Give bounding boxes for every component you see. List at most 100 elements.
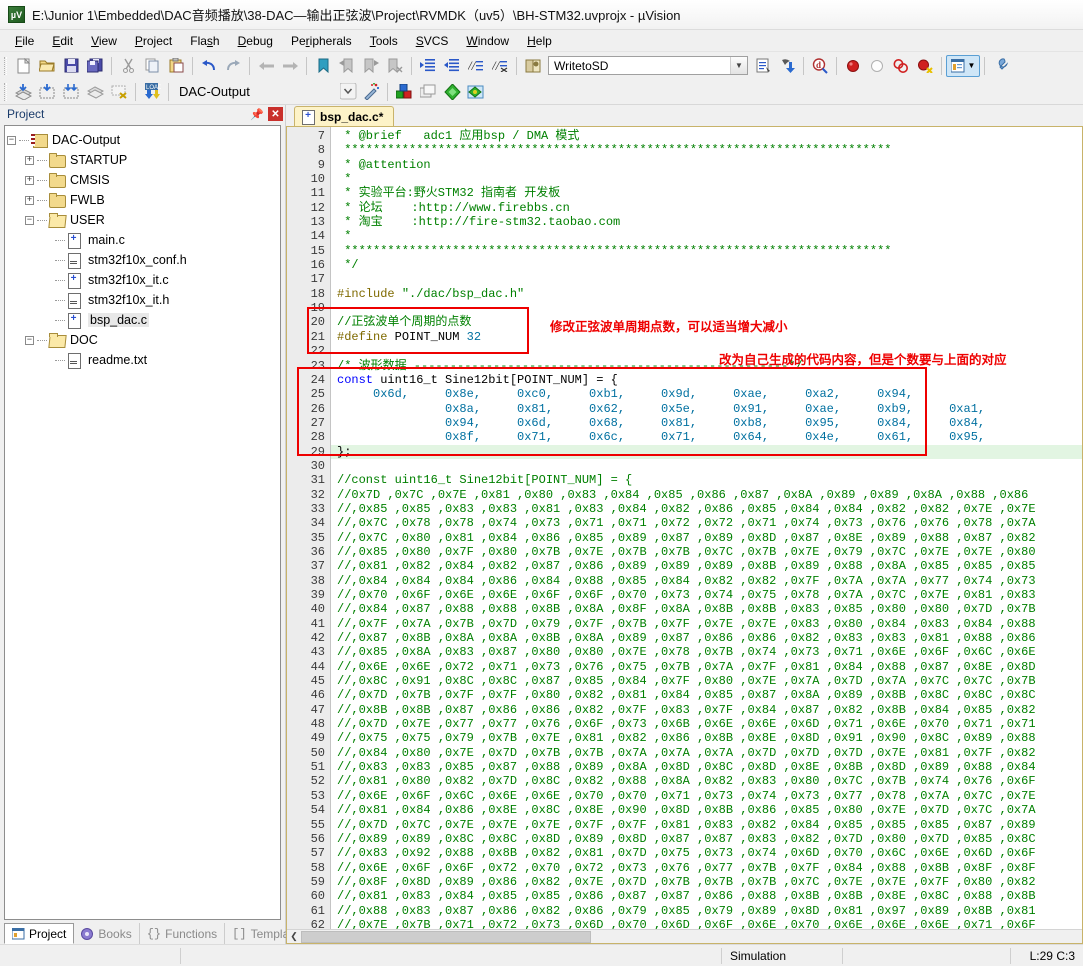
config-wizard-combo[interactable]: WritetoSD ▼ <box>548 56 748 75</box>
menu-debug[interactable]: Debug <box>229 32 282 50</box>
new-file-icon[interactable] <box>11 55 35 77</box>
code-line[interactable]: //,0x7F ,0x7A ,0x7B ,0x7D ,0x79 ,0x7F ,0… <box>331 617 1082 631</box>
code-line[interactable]: //,0x8C ,0x91 ,0x8C ,0x8C ,0x87 ,0x85 ,0… <box>331 674 1082 688</box>
menu-edit[interactable]: Edit <box>43 32 82 50</box>
menu-view[interactable]: View <box>82 32 126 50</box>
code-line[interactable] <box>331 301 1082 315</box>
build-icon[interactable] <box>35 81 59 103</box>
pin-icon[interactable]: 📌 <box>249 107 265 122</box>
project-tree[interactable]: − DAC-Output + STARTUP + CMSIS + FWLB − … <box>4 125 281 920</box>
code-editor[interactable]: 7 8 9 10 11 12 13 14 15 16 17 18 19 20 21 22 23 24 25 26 27 2… <box>286 126 1083 944</box>
cut-icon[interactable] <box>116 55 140 77</box>
expander-icon[interactable]: − <box>25 335 34 345</box>
open-file-icon[interactable] <box>35 55 59 77</box>
toolbar-grip[interactable] <box>4 56 7 75</box>
code-line[interactable]: //,0x7D ,0x7E ,0x77 ,0x77 ,0x76 ,0x6F ,0… <box>331 717 1082 731</box>
tree-item-stm32f10x-it-c[interactable]: stm32f10x_it.c <box>7 270 280 290</box>
tree-item-fwlb[interactable]: + FWLB <box>7 190 280 210</box>
close-icon[interactable]: ✕ <box>268 107 283 121</box>
code-line[interactable]: const uint16_t Sine12bit[POINT_NUM] = { <box>331 373 1082 387</box>
expander-icon[interactable]: + <box>25 175 34 185</box>
code-line[interactable]: //,0x8B ,0x8B ,0x87 ,0x86 ,0x86 ,0x82 ,0… <box>331 703 1082 717</box>
save-all-icon[interactable] <box>83 55 107 77</box>
code-line[interactable]: //,0x8F ,0x8D ,0x89 ,0x86 ,0x82 ,0x7E ,0… <box>331 875 1082 889</box>
batch-build-icon[interactable] <box>83 81 107 103</box>
chevron-down-icon[interactable]: ▼ <box>968 61 976 70</box>
rebuild-icon[interactable] <box>59 81 83 103</box>
disable-all-breakpoints-icon[interactable] <box>913 55 937 77</box>
undo-icon[interactable] <box>197 55 221 77</box>
previous-bookmark-icon[interactable] <box>335 55 359 77</box>
scroll-left-arrow-icon[interactable]: ❮ <box>287 930 301 943</box>
redo-icon[interactable] <box>221 55 245 77</box>
manage-runtime-env-icon[interactable] <box>464 81 488 103</box>
tree-item-bsp-dac-c[interactable]: bsp_dac.c <box>7 310 280 330</box>
expander-icon[interactable]: − <box>25 215 34 225</box>
find-in-files-icon[interactable]: d <box>808 55 832 77</box>
menu-file[interactable]: File <box>6 32 43 50</box>
tab-project[interactable]: Project <box>4 923 75 944</box>
code-line[interactable]: 0x94, 0x6d, 0x68, 0x81, 0xb8, 0x95, 0x84… <box>331 416 1082 430</box>
code-line[interactable]: //,0x7C ,0x80 ,0x81 ,0x84 ,0x86 ,0x85 ,0… <box>331 531 1082 545</box>
translate-icon[interactable] <box>11 81 35 103</box>
code-text[interactable]: * @brief adc1 应用bsp / DMA 模式 ***********… <box>331 127 1082 929</box>
tree-item-readme-txt[interactable]: readme.txt <box>7 350 280 370</box>
insert-breakpoint-icon[interactable] <box>841 55 865 77</box>
scrollbar-thumb[interactable] <box>301 930 591 943</box>
code-line[interactable]: //,0x75 ,0x75 ,0x79 ,0x7B ,0x7E ,0x81 ,0… <box>331 731 1082 745</box>
code-line[interactable]: ****************************************… <box>331 244 1082 258</box>
next-bookmark-icon[interactable] <box>359 55 383 77</box>
tree-item-startup[interactable]: + STARTUP <box>7 150 280 170</box>
indent-icon[interactable] <box>416 55 440 77</box>
code-line[interactable]: //,0x85 ,0x80 ,0x7F ,0x80 ,0x7B ,0x7E ,0… <box>331 545 1082 559</box>
menu-peripherals[interactable]: Peripherals <box>282 32 361 50</box>
code-line[interactable]: //,0x85 ,0x8A ,0x83 ,0x87 ,0x80 ,0x80 ,0… <box>331 645 1082 659</box>
expander-icon[interactable]: + <box>25 155 34 165</box>
target-options-magic-wand-icon[interactable] <box>359 81 383 103</box>
menu-svcs[interactable]: SVCS <box>407 32 458 50</box>
menu-window[interactable]: Window <box>457 32 518 50</box>
navigate-forward-icon[interactable] <box>278 55 302 77</box>
expander-icon[interactable]: + <box>25 195 34 205</box>
code-line[interactable]: //,0x87 ,0x8B ,0x8A ,0x8A ,0x8B ,0x8A ,0… <box>331 631 1082 645</box>
code-line[interactable]: * @attention <box>331 158 1082 172</box>
code-line[interactable]: //,0x85 ,0x85 ,0x83 ,0x83 ,0x81 ,0x83 ,0… <box>331 502 1082 516</box>
code-line[interactable]: //,0x83 ,0x92 ,0x88 ,0x8B ,0x82 ,0x81 ,0… <box>331 846 1082 860</box>
kill-all-breakpoints-icon[interactable] <box>889 55 913 77</box>
code-line[interactable]: //,0x81 ,0x84 ,0x86 ,0x8E ,0x8C ,0x8E ,0… <box>331 803 1082 817</box>
tree-item-cmsis[interactable]: + CMSIS <box>7 170 280 190</box>
tab-books[interactable]: Books <box>74 923 140 944</box>
tree-item-user[interactable]: − USER <box>7 210 280 230</box>
code-line[interactable]: ****************************************… <box>331 143 1082 157</box>
tree-item-stm32f10x-it-h[interactable]: stm32f10x_it.h <box>7 290 280 310</box>
code-line[interactable] <box>331 272 1082 286</box>
document-tab-bsp-dac-c[interactable]: bsp_dac.c* <box>294 106 395 126</box>
code-line[interactable]: //,0x81 ,0x80 ,0x82 ,0x7D ,0x8C ,0x82 ,0… <box>331 774 1082 788</box>
code-line[interactable]: 0x8a, 0x81, 0x62, 0x5e, 0x91, 0xae, 0xb9… <box>331 402 1082 416</box>
copy-icon[interactable] <box>140 55 164 77</box>
uncomment-icon[interactable]: // <box>488 55 512 77</box>
configure-toolbar-icon[interactable] <box>989 55 1013 77</box>
code-line[interactable]: //0x7D ,0x7C ,0x7E ,0x81 ,0x80 ,0x83 ,0x… <box>331 488 1082 502</box>
tab-functions[interactable]: {} Functions <box>140 923 226 944</box>
tree-item-main-c[interactable]: main.c <box>7 230 280 250</box>
code-line[interactable]: //,0x83 ,0x83 ,0x85 ,0x87 ,0x88 ,0x89 ,0… <box>331 760 1082 774</box>
code-line[interactable]: * @brief adc1 应用bsp / DMA 模式 <box>331 129 1082 143</box>
download-to-flash-icon[interactable]: LOAD <box>140 81 164 103</box>
code-line[interactable]: 0x8f, 0x71, 0x6c, 0x71, 0x64, 0x4e, 0x61… <box>331 430 1082 444</box>
comment-icon[interactable]: // <box>464 55 488 77</box>
horizontal-scrollbar[interactable]: ❮ <box>287 929 1082 943</box>
disable-breakpoint-icon[interactable] <box>865 55 889 77</box>
book-icon[interactable] <box>521 55 545 77</box>
code-line[interactable]: //,0x81 ,0x82 ,0x84 ,0x82 ,0x87 ,0x86 ,0… <box>331 559 1082 573</box>
chevron-down-icon[interactable]: ▼ <box>730 57 747 74</box>
menu-tools[interactable]: Tools <box>361 32 407 50</box>
menu-help[interactable]: Help <box>518 32 561 50</box>
code-line[interactable]: //,0x89 ,0x89 ,0x8C ,0x8C ,0x8D ,0x89 ,0… <box>331 832 1082 846</box>
code-line[interactable]: //,0x7C ,0x78 ,0x78 ,0x74 ,0x73 ,0x71 ,0… <box>331 516 1082 530</box>
select-target-dropdown[interactable] <box>337 81 359 103</box>
code-line[interactable] <box>331 459 1082 473</box>
code-line[interactable]: //,0x6E ,0x6E ,0x72 ,0x71 ,0x73 ,0x76 ,0… <box>331 660 1082 674</box>
download-arrow-icon[interactable] <box>775 55 799 77</box>
code-line[interactable]: //,0x84 ,0x84 ,0x84 ,0x86 ,0x84 ,0x88 ,0… <box>331 574 1082 588</box>
